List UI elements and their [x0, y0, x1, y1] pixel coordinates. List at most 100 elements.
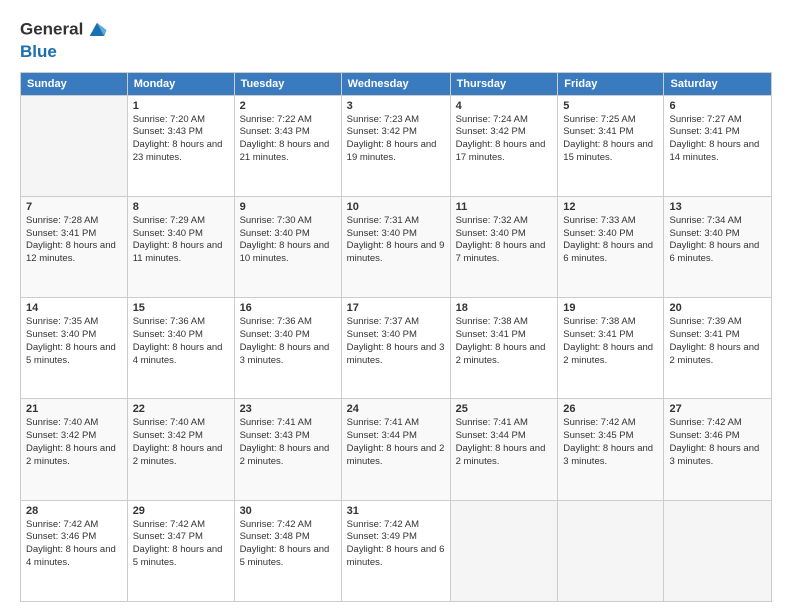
day-number: 20: [669, 302, 766, 314]
header: General Blue: [20, 18, 772, 62]
day-number: 28: [26, 505, 122, 517]
cell-details: Sunrise: 7:33 AM Sunset: 3:40 PM Dayligh…: [563, 215, 658, 266]
calendar-cell: 1 Sunrise: 7:20 AM Sunset: 3:43 PM Daylig…: [127, 95, 234, 196]
cell-details: Sunrise: 7:24 AM Sunset: 3:42 PM Dayligh…: [456, 114, 553, 165]
logo: General Blue: [20, 18, 108, 62]
cell-details: Sunrise: 7:35 AM Sunset: 3:40 PM Dayligh…: [26, 316, 122, 367]
cell-details: Sunrise: 7:30 AM Sunset: 3:40 PM Dayligh…: [240, 215, 336, 266]
day-number: 2: [240, 100, 336, 112]
day-number: 11: [456, 201, 553, 213]
calendar-cell: 31 Sunrise: 7:42 AM Sunset: 3:49 PM Dayli…: [341, 500, 450, 601]
cell-details: Sunrise: 7:41 AM Sunset: 3:44 PM Dayligh…: [456, 417, 553, 468]
day-number: 15: [133, 302, 229, 314]
day-number: 6: [669, 100, 766, 112]
calendar-cell: 8Sunrise: 7:29 AM Sunset: 3:40 PM Daylig…: [127, 196, 234, 297]
calendar-cell: 26 Sunrise: 7:42 AM Sunset: 3:45 PM Dayli…: [558, 399, 664, 500]
day-number: 14: [26, 302, 122, 314]
cell-details: Sunrise: 7:42 AM Sunset: 3:48 PM Dayligh…: [240, 519, 336, 570]
calendar-cell: [558, 500, 664, 601]
calendar-cell: 5 Sunrise: 7:25 AM Sunset: 3:41 PM Daylig…: [558, 95, 664, 196]
day-number: 24: [347, 403, 445, 415]
cell-details: Sunrise: 7:40 AM Sunset: 3:42 PM Dayligh…: [133, 417, 229, 468]
weekday-header: Saturday: [664, 72, 772, 95]
day-number: 30: [240, 505, 336, 517]
cell-details: Sunrise: 7:42 AM Sunset: 3:46 PM Dayligh…: [26, 519, 122, 570]
cell-details: Sunrise: 7:28 AM Sunset: 3:41 PM Dayligh…: [26, 215, 122, 266]
calendar-table: SundayMondayTuesdayWednesdayThursdayFrid…: [20, 72, 772, 602]
calendar-cell: 10 Sunrise: 7:31 AM Sunset: 3:40 PM Dayli…: [341, 196, 450, 297]
cell-details: Sunrise: 7:36 AM Sunset: 3:40 PM Dayligh…: [240, 316, 336, 367]
cell-details: Sunrise: 7:31 AM Sunset: 3:40 PM Dayligh…: [347, 215, 445, 266]
cell-details: Sunrise: 7:37 AM Sunset: 3:40 PM Dayligh…: [347, 316, 445, 367]
calendar-cell: 29 Sunrise: 7:42 AM Sunset: 3:47 PM Dayli…: [127, 500, 234, 601]
cell-details: Sunrise: 7:42 AM Sunset: 3:47 PM Dayligh…: [133, 519, 229, 570]
calendar-cell: 25 Sunrise: 7:41 AM Sunset: 3:44 PM Dayli…: [450, 399, 558, 500]
logo-icon: [86, 18, 108, 40]
day-number: 3: [347, 100, 445, 112]
day-number: 17: [347, 302, 445, 314]
day-number: 13: [669, 201, 766, 213]
weekday-header: Monday: [127, 72, 234, 95]
cell-details: Sunrise: 7:29 AM Sunset: 3:40 PM Dayligh…: [133, 215, 229, 266]
calendar-cell: 22 Sunrise: 7:40 AM Sunset: 3:42 PM Dayli…: [127, 399, 234, 500]
calendar-cell: [664, 500, 772, 601]
calendar-cell: 30 Sunrise: 7:42 AM Sunset: 3:48 PM Dayli…: [234, 500, 341, 601]
cell-details: Sunrise: 7:41 AM Sunset: 3:43 PM Dayligh…: [240, 417, 336, 468]
calendar-cell: 4 Sunrise: 7:24 AM Sunset: 3:42 PM Daylig…: [450, 95, 558, 196]
day-number: 31: [347, 505, 445, 517]
cell-details: Sunrise: 7:38 AM Sunset: 3:41 PM Dayligh…: [456, 316, 553, 367]
cell-details: Sunrise: 7:42 AM Sunset: 3:45 PM Dayligh…: [563, 417, 658, 468]
day-number: 1: [133, 100, 229, 112]
day-number: 22: [133, 403, 229, 415]
calendar-cell: 18 Sunrise: 7:38 AM Sunset: 3:41 PM Dayli…: [450, 298, 558, 399]
calendar-cell: [450, 500, 558, 601]
day-number: 29: [133, 505, 229, 517]
day-number: 4: [456, 100, 553, 112]
calendar-cell: 23Sunrise: 7:41 AM Sunset: 3:43 PM Dayli…: [234, 399, 341, 500]
page: General Blue SundayMondayTuesdayWednesda…: [0, 0, 792, 612]
calendar-cell: 11 Sunrise: 7:32 AM Sunset: 3:40 PM Dayli…: [450, 196, 558, 297]
calendar-cell: 2 Sunrise: 7:22 AM Sunset: 3:43 PM Daylig…: [234, 95, 341, 196]
cell-details: Sunrise: 7:42 AM Sunset: 3:46 PM Dayligh…: [669, 417, 766, 468]
day-number: 5: [563, 100, 658, 112]
calendar-cell: 13 Sunrise: 7:34 AM Sunset: 3:40 PM Dayli…: [664, 196, 772, 297]
weekday-header: Sunday: [21, 72, 128, 95]
calendar-cell: 27 Sunrise: 7:42 AM Sunset: 3:46 PM Dayli…: [664, 399, 772, 500]
calendar-cell: 15 Sunrise: 7:36 AM Sunset: 3:40 PM Dayli…: [127, 298, 234, 399]
calendar-cell: 19Sunrise: 7:38 AM Sunset: 3:41 PM Dayli…: [558, 298, 664, 399]
calendar-cell: 17 Sunrise: 7:37 AM Sunset: 3:40 PM Dayli…: [341, 298, 450, 399]
calendar-cell: 3 Sunrise: 7:23 AM Sunset: 3:42 PM Daylig…: [341, 95, 450, 196]
day-number: 26: [563, 403, 658, 415]
day-number: 9: [240, 201, 336, 213]
day-number: 21: [26, 403, 122, 415]
calendar-cell: [21, 95, 128, 196]
day-number: 10: [347, 201, 445, 213]
cell-details: Sunrise: 7:40 AM Sunset: 3:42 PM Dayligh…: [26, 417, 122, 468]
weekday-header: Wednesday: [341, 72, 450, 95]
weekday-header: Thursday: [450, 72, 558, 95]
cell-details: Sunrise: 7:36 AM Sunset: 3:40 PM Dayligh…: [133, 316, 229, 367]
day-number: 25: [456, 403, 553, 415]
day-number: 16: [240, 302, 336, 314]
calendar-cell: 21 Sunrise: 7:40 AM Sunset: 3:42 PM Dayli…: [21, 399, 128, 500]
calendar-cell: 9 Sunrise: 7:30 AM Sunset: 3:40 PM Daylig…: [234, 196, 341, 297]
day-number: 27: [669, 403, 766, 415]
cell-details: Sunrise: 7:23 AM Sunset: 3:42 PM Dayligh…: [347, 114, 445, 165]
cell-details: Sunrise: 7:39 AM Sunset: 3:41 PM Dayligh…: [669, 316, 766, 367]
cell-details: Sunrise: 7:25 AM Sunset: 3:41 PM Dayligh…: [563, 114, 658, 165]
day-number: 12: [563, 201, 658, 213]
cell-details: Sunrise: 7:32 AM Sunset: 3:40 PM Dayligh…: [456, 215, 553, 266]
cell-details: Sunrise: 7:34 AM Sunset: 3:40 PM Dayligh…: [669, 215, 766, 266]
cell-details: Sunrise: 7:41 AM Sunset: 3:44 PM Dayligh…: [347, 417, 445, 468]
cell-details: Sunrise: 7:20 AM Sunset: 3:43 PM Dayligh…: [133, 114, 229, 165]
cell-details: Sunrise: 7:38 AM Sunset: 3:41 PM Dayligh…: [563, 316, 658, 367]
day-number: 18: [456, 302, 553, 314]
weekday-header: Tuesday: [234, 72, 341, 95]
calendar-cell: 6Sunrise: 7:27 AM Sunset: 3:41 PM Daylig…: [664, 95, 772, 196]
calendar-cell: 12 Sunrise: 7:33 AM Sunset: 3:40 PM Dayli…: [558, 196, 664, 297]
cell-details: Sunrise: 7:22 AM Sunset: 3:43 PM Dayligh…: [240, 114, 336, 165]
cell-details: Sunrise: 7:42 AM Sunset: 3:49 PM Dayligh…: [347, 519, 445, 570]
logo-blue: Blue: [20, 42, 108, 62]
calendar-cell: 24 Sunrise: 7:41 AM Sunset: 3:44 PM Dayli…: [341, 399, 450, 500]
weekday-header: Friday: [558, 72, 664, 95]
